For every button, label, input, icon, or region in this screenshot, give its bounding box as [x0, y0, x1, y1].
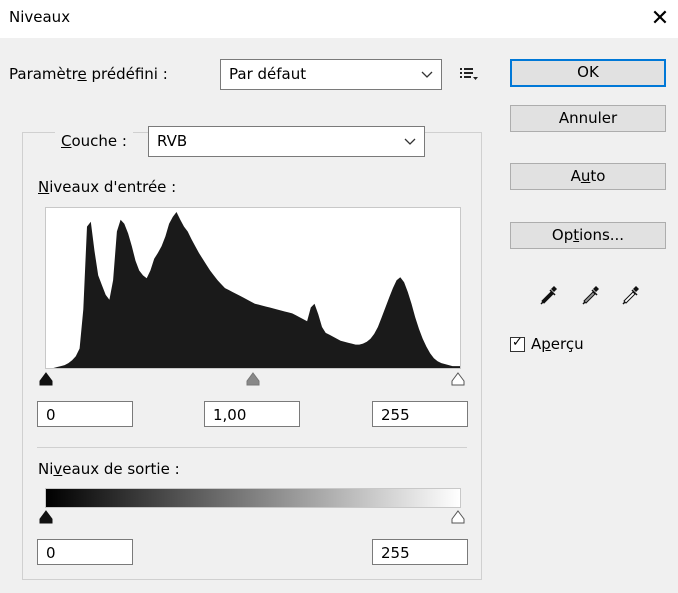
output-black-slider[interactable] [39, 510, 53, 524]
input-gamma-slider[interactable] [246, 372, 260, 386]
channel-select[interactable]: RVB [148, 126, 425, 157]
cancel-button[interactable]: Annuler [510, 105, 666, 132]
white-eyedropper-icon[interactable] [620, 281, 642, 305]
histogram-chart [46, 212, 460, 368]
input-white-field[interactable]: 255 [372, 401, 468, 427]
output-black-field[interactable]: 0 [37, 539, 133, 565]
gray-eyedropper-icon[interactable] [580, 281, 602, 305]
histogram [45, 207, 461, 369]
output-black-value: 0 [46, 544, 56, 562]
input-gamma-field[interactable]: 1,00 [204, 401, 300, 427]
input-black-field[interactable]: 0 [37, 401, 133, 427]
output-levels-label: Niveaux de sortie : [38, 460, 180, 478]
preset-label: Paramètre prédéfini : [9, 65, 168, 83]
input-white-slider[interactable] [451, 372, 465, 386]
output-white-value: 255 [381, 544, 410, 562]
channel-label: Couche : [55, 121, 133, 150]
separator [37, 447, 467, 448]
input-black-value: 0 [46, 406, 56, 424]
preset-select[interactable]: Par défaut [220, 59, 442, 90]
channel-value: RVB [157, 132, 188, 150]
output-white-field[interactable]: 255 [372, 539, 468, 565]
chevron-down-icon [421, 64, 433, 90]
check-icon: ✓ [512, 335, 523, 350]
input-levels-label: Niveaux d'entrée : [38, 178, 177, 196]
ok-button[interactable]: OK [510, 59, 666, 87]
black-eyedropper-icon[interactable] [538, 281, 560, 305]
window-title: Niveaux [9, 8, 71, 26]
preview-checkbox[interactable]: ✓ [510, 335, 525, 352]
input-black-slider[interactable] [39, 372, 53, 386]
preview-label[interactable]: Aperçu [531, 335, 584, 353]
preset-menu-icon[interactable] [458, 63, 480, 85]
output-white-slider[interactable] [451, 510, 465, 524]
title-bar [0, 0, 678, 38]
histogram-area [46, 212, 460, 368]
input-white-value: 255 [381, 406, 410, 424]
chevron-down-icon [404, 131, 416, 157]
close-icon[interactable]: ✕ [643, 2, 677, 36]
output-gradient [45, 488, 461, 508]
auto-button[interactable]: Auto [510, 163, 666, 190]
preset-value: Par défaut [229, 65, 307, 83]
options-button[interactable]: Options... [510, 222, 666, 249]
input-gamma-value: 1,00 [213, 406, 247, 424]
